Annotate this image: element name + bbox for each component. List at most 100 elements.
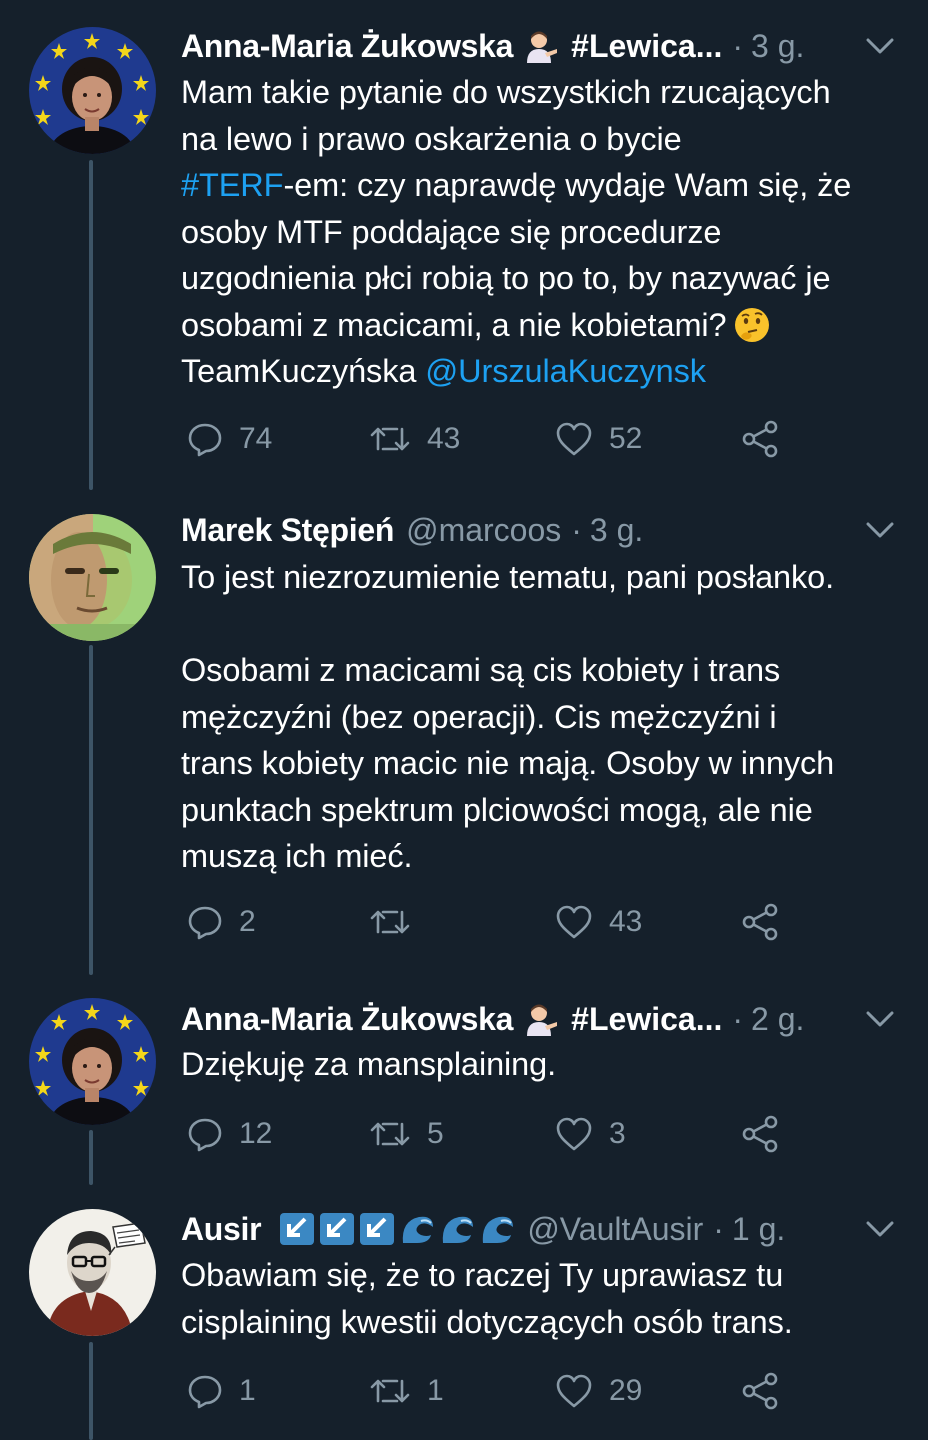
display-name[interactable]: Ausir	[181, 1211, 262, 1248]
text-line: muszą ich mieć.	[181, 838, 413, 874]
display-name[interactable]: Anna-Maria Żukowska	[181, 1001, 513, 1038]
text-line: punktach spektrum plciowości mogą, ale n…	[181, 791, 813, 828]
timestamp[interactable]: 3 g.	[590, 512, 643, 549]
text-line: Mam takie pytanie do wszystkich rzucając…	[181, 74, 831, 110]
tweet[interactable]: Ausir @VaultAusir · 1 g. Obawiam się, że…	[0, 1185, 928, 1440]
text-fragment: osobami z macicami, a nie kobietami?	[181, 306, 727, 343]
timestamp[interactable]: 1 g.	[732, 1211, 785, 1248]
share-icon	[742, 1115, 778, 1153]
timestamp[interactable]: 3 g.	[751, 28, 804, 65]
like-count: 3	[609, 1117, 626, 1150]
heart-icon	[556, 1374, 592, 1408]
like-button[interactable]: 29	[555, 1369, 642, 1413]
retweet-icon	[370, 1379, 410, 1403]
retweet-icon	[370, 427, 410, 451]
handle[interactable]: @VaultAusir	[527, 1211, 703, 1248]
reply-count: 74	[239, 422, 273, 455]
display-name[interactable]: Marek Stępień	[181, 512, 394, 549]
text-line: osoby MTF poddające się procedurze	[181, 213, 722, 250]
reply-icon	[188, 423, 222, 457]
timestamp[interactable]: 2 g.	[751, 1001, 804, 1038]
reply-count: 1	[239, 1374, 256, 1407]
mention-link[interactable]: @UrszulaKuczynsk	[425, 353, 706, 389]
heart-icon	[556, 905, 592, 939]
chevron-down-icon[interactable]	[862, 512, 898, 548]
chevron-down-icon[interactable]	[862, 1001, 898, 1037]
tweet-header: Anna-Maria Żukowska #Lewica... · 2 g.	[181, 999, 898, 1039]
like-button[interactable]: 43	[555, 900, 642, 944]
woman-tipping-hand-emoji-icon	[523, 1002, 559, 1036]
reply-button[interactable]: 1	[187, 1369, 256, 1413]
hashtag-link[interactable]: #TERF	[181, 167, 284, 203]
reply-count: 12	[239, 1117, 273, 1150]
tweet-header: Anna-Maria Żukowska #Lewica... · 3 g.	[181, 26, 898, 66]
heart-icon	[556, 1117, 592, 1151]
separator-dot: ·	[713, 1210, 724, 1247]
retweet-button[interactable]: 43	[369, 417, 460, 461]
text-line: #TERF-em: czy naprawdę wydaje Wam się, ż…	[181, 162, 908, 209]
avatar[interactable]	[29, 998, 156, 1125]
text-line: mężczyźni (bez operacji). Cis mężczyźni …	[181, 698, 777, 735]
retweet-count: 5	[427, 1117, 444, 1150]
wave-emoji-icon	[439, 1213, 475, 1245]
chevron-down-icon[interactable]	[862, 28, 898, 64]
reply-icon	[188, 1375, 222, 1409]
like-count: 52	[609, 422, 643, 455]
separator-dot: ·	[732, 27, 744, 64]
tweet-text: To jest niezrozumienie tematu, pani posł…	[181, 554, 908, 880]
share-button[interactable]	[741, 1369, 779, 1413]
retweet-icon	[370, 1122, 410, 1146]
share-button[interactable]	[741, 900, 779, 944]
thinking-face-emoji-icon	[733, 306, 771, 344]
tweet-actions: 1 1 29	[181, 1369, 821, 1413]
tweet-actions: 12 5 3	[181, 1112, 821, 1156]
display-name-hashtag[interactable]: #Lewica...	[571, 28, 722, 65]
text-line: na lewo i prawo oskarżenia o bycie	[181, 120, 682, 157]
like-count: 29	[609, 1374, 643, 1407]
tweet-header: Ausir @VaultAusir · 1 g.	[181, 1209, 898, 1249]
wave-emoji-icon	[479, 1213, 515, 1245]
tweet[interactable]: Anna-Maria Żukowska #Lewica... · 2 g. Dz…	[0, 975, 928, 1185]
share-button[interactable]	[741, 417, 779, 461]
text-line: uzgodnienia płci robią to po to, by nazy…	[181, 260, 831, 296]
share-button[interactable]	[741, 1112, 779, 1156]
retweet-count: 43	[427, 422, 461, 455]
like-button[interactable]: 52	[555, 417, 642, 461]
text-line	[181, 601, 908, 648]
retweet-button[interactable]	[369, 900, 427, 944]
reply-button[interactable]: 12	[187, 1112, 272, 1156]
display-name[interactable]: Anna-Maria Żukowska	[181, 28, 513, 65]
wave-emoji-icon	[399, 1213, 435, 1245]
reply-icon	[188, 1118, 222, 1152]
separator-dot: ·	[732, 1000, 744, 1037]
like-button[interactable]: 3	[555, 1112, 626, 1156]
retweet-button[interactable]: 1	[369, 1369, 444, 1413]
avatar[interactable]	[29, 1209, 156, 1336]
tweet-actions: 74 43 52	[181, 417, 821, 461]
tweet-text: Mam takie pytanie do wszystkich rzucając…	[181, 69, 908, 395]
tweet[interactable]: Anna-Maria Żukowska #Lewica... · 3 g. Ma…	[0, 0, 928, 490]
display-name-hashtag[interactable]: #Lewica...	[571, 1001, 722, 1038]
text-line: Dziękuję za mansplaining.	[181, 1046, 557, 1082]
text-line: trans kobiety macic nie mają. Osoby w in…	[181, 745, 835, 781]
text-line: osobami z macicami, a nie kobietami?	[181, 302, 908, 349]
tweet-actions: 2 43	[181, 900, 821, 944]
chevron-down-icon[interactable]	[862, 1211, 898, 1247]
reply-count: 2	[239, 905, 256, 938]
tweet[interactable]: Marek Stępień @marcoos · 3 g. To jest ni…	[0, 490, 928, 975]
reply-button[interactable]: 2	[187, 900, 256, 944]
share-icon	[742, 420, 778, 458]
heart-icon	[556, 422, 592, 456]
text-line: cisplaining kwestii dotyczących osób tra…	[181, 1303, 793, 1340]
tweet-text: Obawiam się, że to raczej Ty uprawiasz t…	[181, 1252, 908, 1345]
like-count: 43	[609, 905, 643, 938]
retweet-button[interactable]: 5	[369, 1112, 444, 1156]
avatar[interactable]	[29, 514, 156, 641]
text-line: Obawiam się, że to raczej Ty uprawiasz t…	[181, 1257, 784, 1293]
text-line: TeamKuczyńska @UrszulaKuczynsk	[181, 348, 908, 395]
handle[interactable]: @marcoos	[406, 512, 561, 549]
avatar[interactable]	[29, 27, 156, 154]
reply-button[interactable]: 74	[187, 417, 272, 461]
retweet-icon	[370, 910, 410, 934]
text-line: To jest niezrozumienie tematu, pani posł…	[181, 559, 835, 595]
